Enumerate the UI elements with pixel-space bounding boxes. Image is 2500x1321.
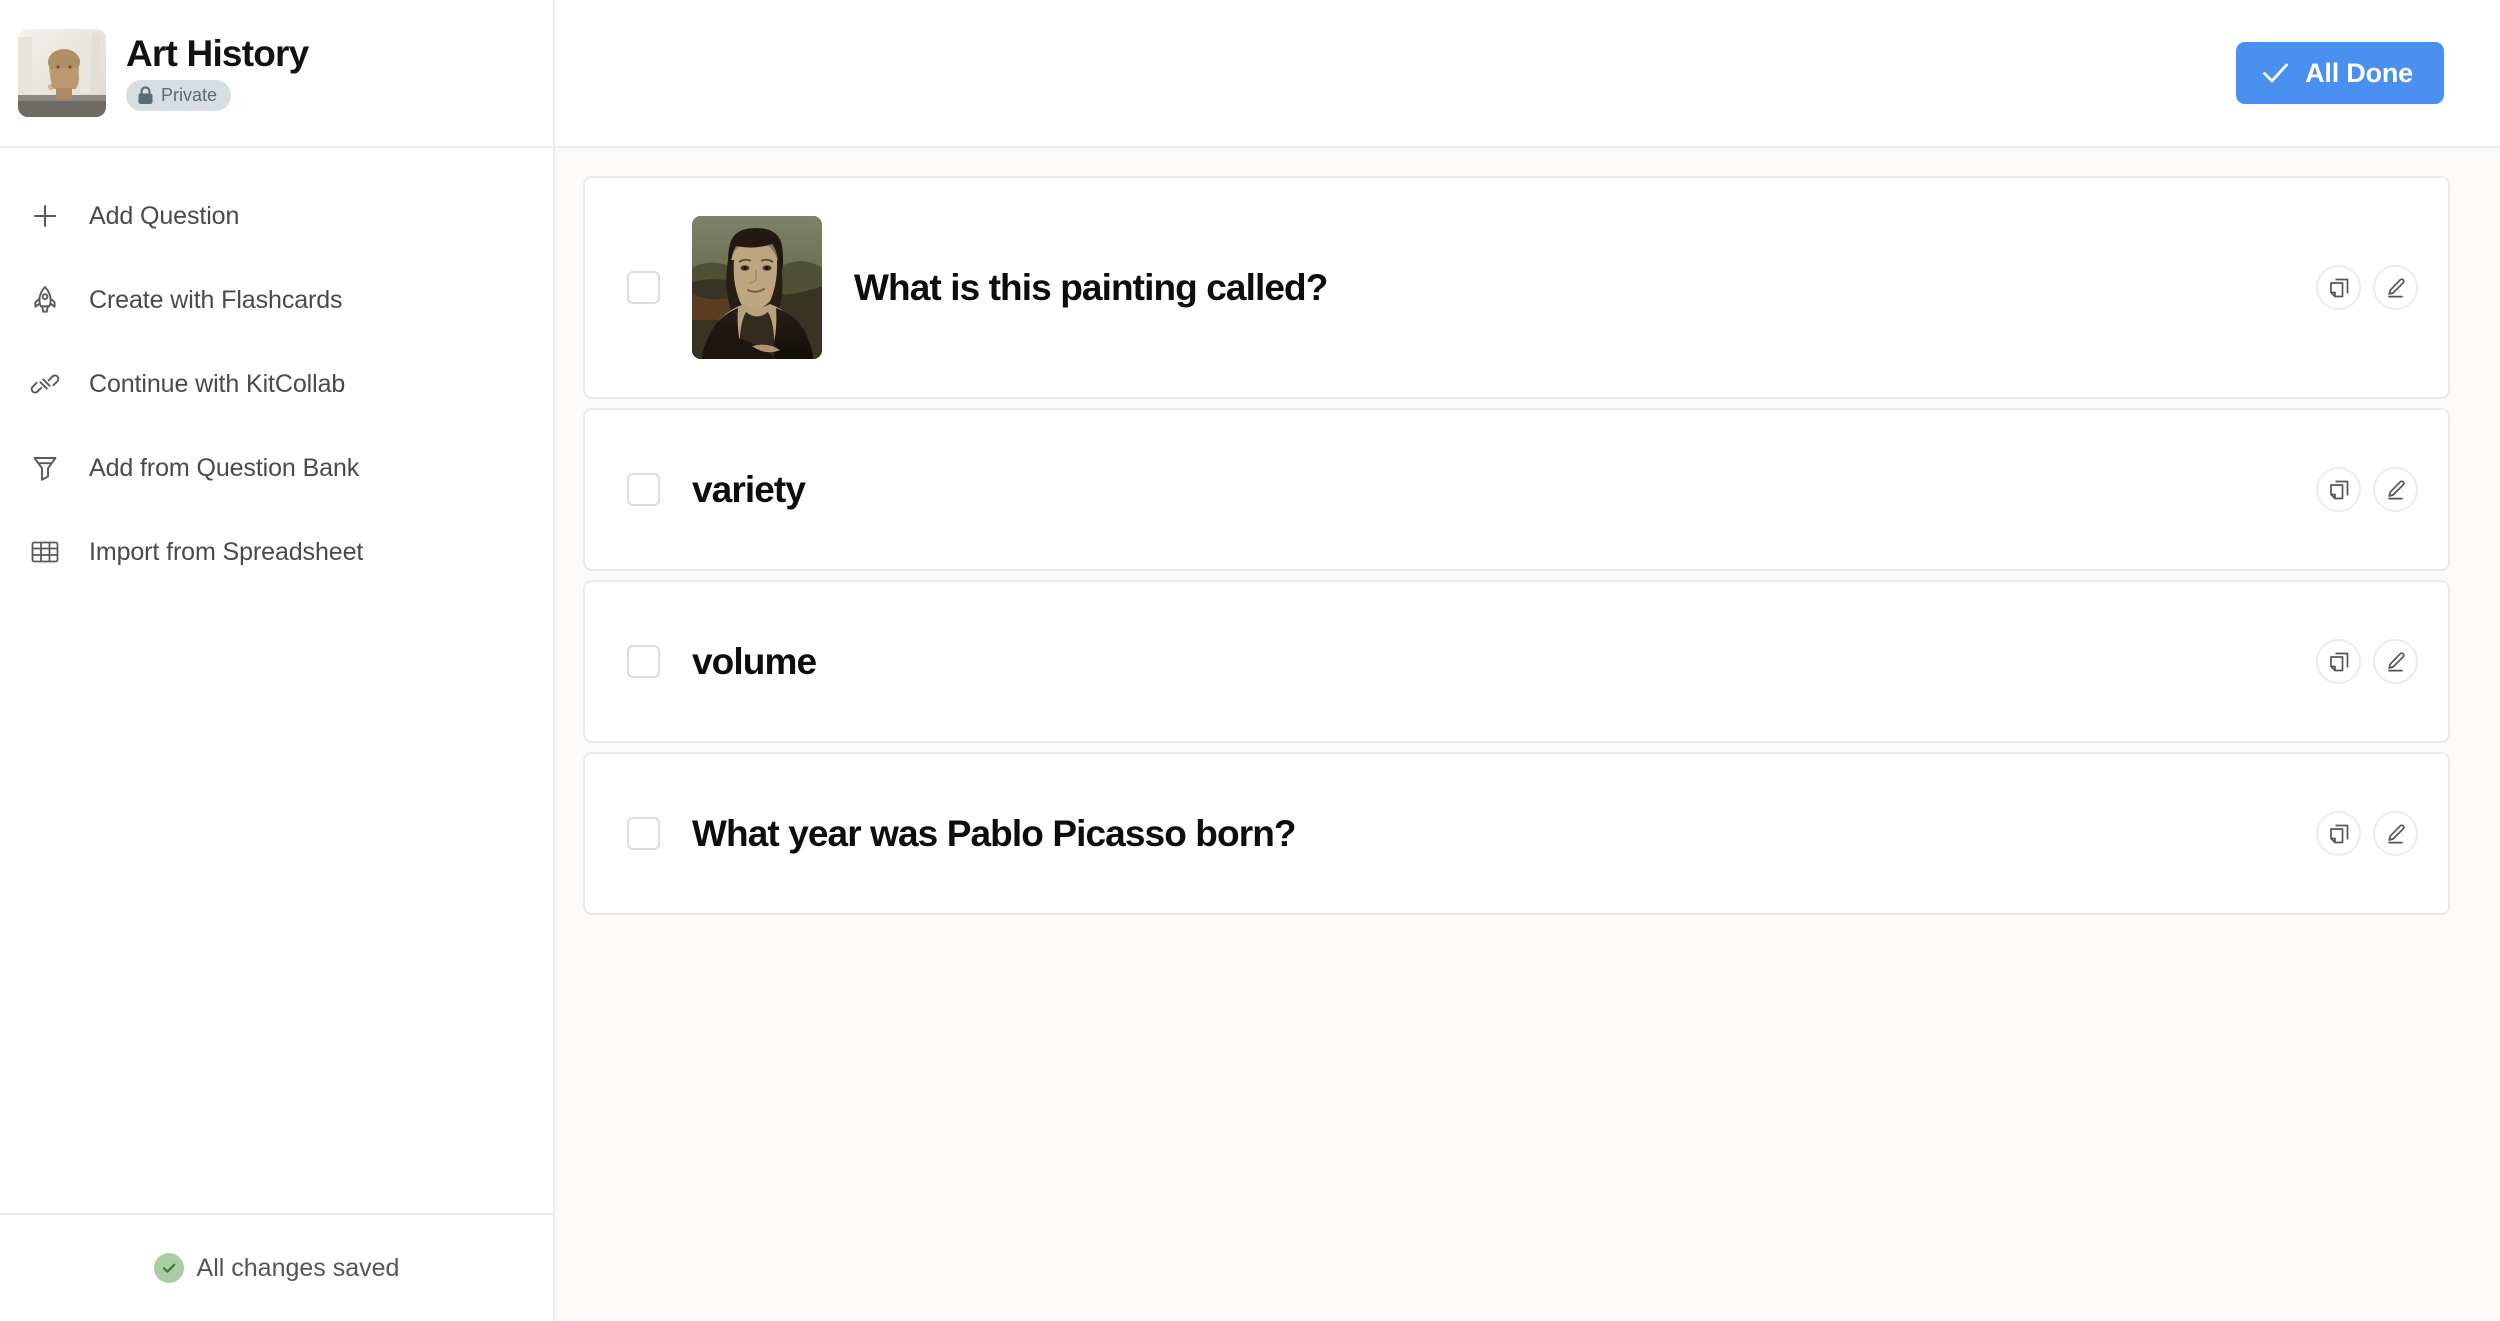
- duplicate-button[interactable]: [2316, 811, 2361, 856]
- pencil-icon: [2385, 823, 2407, 845]
- sidebar-item-create-with-flashcards[interactable]: Create with Flashcards: [0, 258, 553, 342]
- question-actions: [2316, 639, 2418, 684]
- all-done-label: All Done: [2305, 57, 2413, 88]
- question-checkbox[interactable]: [627, 473, 660, 506]
- question-card[interactable]: volume: [583, 580, 2450, 743]
- sidebar: Art History Private Add Question Create …: [0, 0, 555, 1321]
- pencil-icon: [2385, 277, 2407, 299]
- app-root: Art History Private Add Question Create …: [0, 0, 2500, 1321]
- kit-header: Art History Private: [0, 0, 553, 148]
- all-done-button[interactable]: All Done: [2236, 42, 2444, 104]
- duplicate-icon: [2328, 277, 2350, 299]
- funnel-icon: [28, 451, 62, 485]
- main-content: All Done What is this painting called? v…: [555, 0, 2500, 1321]
- duplicate-button[interactable]: [2316, 639, 2361, 684]
- question-checkbox[interactable]: [627, 817, 660, 850]
- kit-title: Art History: [126, 32, 309, 74]
- visibility-badge: Private: [126, 80, 232, 112]
- sidebar-item-add-question[interactable]: Add Question: [0, 174, 553, 258]
- question-actions: [2316, 467, 2418, 512]
- save-status-label: All changes saved: [196, 1253, 400, 1282]
- duplicate-button[interactable]: [2316, 265, 2361, 310]
- pencil-icon: [2385, 479, 2407, 501]
- sidebar-item-import-from-spreadsheet[interactable]: Import from Spreadsheet: [0, 510, 553, 594]
- question-text: variety: [692, 468, 806, 510]
- save-status: All changes saved: [0, 1213, 553, 1321]
- duplicate-button[interactable]: [2316, 467, 2361, 512]
- question-actions: [2316, 265, 2418, 310]
- plus-icon: [28, 199, 62, 233]
- question-card[interactable]: What year was Pablo Picasso born?: [583, 752, 2450, 915]
- visibility-badge-label: Private: [161, 85, 218, 106]
- sidebar-item-continue-with-kitcollab[interactable]: Continue with KitCollab: [0, 342, 553, 426]
- sidebar-item-label: Add from Question Bank: [89, 453, 360, 482]
- plug-connector-icon: [28, 367, 62, 401]
- question-card[interactable]: variety: [583, 408, 2450, 571]
- topbar: All Done: [555, 0, 2500, 148]
- edit-button[interactable]: [2373, 265, 2418, 310]
- question-text: What is this painting called?: [854, 266, 1328, 308]
- lock-icon: [137, 86, 154, 105]
- check-icon: [2262, 62, 2289, 84]
- sidebar-item-label: Continue with KitCollab: [89, 369, 346, 398]
- edit-button[interactable]: [2373, 639, 2418, 684]
- duplicate-icon: [2328, 651, 2350, 673]
- sidebar-item-label: Create with Flashcards: [89, 285, 343, 314]
- duplicate-icon: [2328, 479, 2350, 501]
- statue-thumbnail-icon: [18, 29, 106, 117]
- mona-lisa-thumbnail-icon: [692, 216, 822, 359]
- question-actions: [2316, 811, 2418, 856]
- sidebar-item-add-from-question-bank[interactable]: Add from Question Bank: [0, 426, 553, 510]
- sidebar-item-label: Add Question: [89, 201, 240, 230]
- rocket-icon: [28, 283, 62, 317]
- green-check-icon: [153, 1253, 184, 1283]
- question-checkbox[interactable]: [627, 645, 660, 678]
- sidebar-nav: Add Question Create with Flashcards Cont…: [0, 148, 553, 1213]
- question-card[interactable]: What is this painting called?: [583, 176, 2450, 399]
- question-list: What is this painting called? variety vo…: [555, 148, 2500, 915]
- edit-button[interactable]: [2373, 811, 2418, 856]
- pencil-icon: [2385, 651, 2407, 673]
- sidebar-item-label: Import from Spreadsheet: [89, 537, 364, 566]
- kit-meta: Art History Private: [126, 32, 309, 112]
- duplicate-icon: [2328, 823, 2350, 845]
- question-text: What year was Pablo Picasso born?: [692, 812, 1297, 854]
- question-checkbox[interactable]: [627, 271, 660, 304]
- edit-button[interactable]: [2373, 467, 2418, 512]
- table-grid-icon: [28, 535, 62, 569]
- question-text: volume: [692, 640, 817, 682]
